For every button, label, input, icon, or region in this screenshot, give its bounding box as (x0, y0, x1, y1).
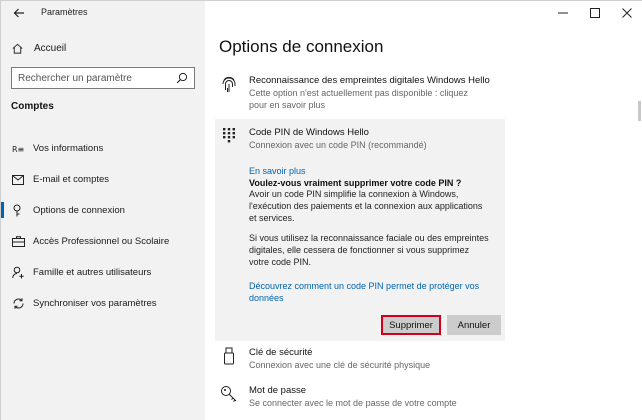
app-title: Paramètres (41, 7, 88, 17)
pin-warning-line: digitales, elle cessera de fonctionner s… (249, 245, 470, 256)
sync-icon (11, 297, 25, 311)
pin-info-line: l'exécution des paiements et la connexio… (249, 200, 483, 211)
add-person-icon (11, 266, 25, 280)
password-key-icon (219, 385, 239, 407)
search-icon[interactable] (176, 72, 188, 84)
home-nav-item[interactable]: Accueil (11, 39, 66, 57)
sidebar-item-sync[interactable]: Synchroniser vos paramètres (1, 288, 205, 319)
pin-warning-line: Si vous utilisez la reconnaissance facia… (249, 233, 489, 244)
main-pane: Options de connexion Reconnaissance des … (205, 1, 642, 420)
security-key-option[interactable]: Clé de sécurité Connexion avec une clé d… (219, 347, 479, 371)
discover-pin-link-line2[interactable]: données (249, 292, 501, 304)
sidebar-item-your-info[interactable]: R≡ Vos informations (1, 133, 205, 164)
sidebar-item-work-school[interactable]: Accès Professionnel ou Scolaire (1, 226, 205, 257)
security-key-title: Clé de sécurité (249, 347, 313, 358)
usb-key-icon (219, 347, 239, 369)
titlebar-left: Paramètres (1, 1, 205, 25)
search-input[interactable] (12, 68, 172, 89)
briefcase-icon (11, 235, 25, 249)
sidebar-nav: R≡ Vos informations E-mail et comptes Op… (1, 133, 205, 319)
settings-window: Paramètres Accueil Comptes R≡ Vos inform… (0, 0, 642, 420)
search-box[interactable] (11, 67, 195, 89)
pin-title: Code PIN de Windows Hello (249, 127, 369, 138)
sidebar-item-sign-in-options[interactable]: Options de connexion (1, 195, 205, 226)
back-arrow-icon[interactable] (11, 5, 27, 21)
home-icon (12, 43, 23, 54)
person-card-icon: R≡ (11, 142, 25, 156)
minimize-icon (558, 12, 568, 14)
window-controls (547, 1, 642, 25)
page-title: Options de connexion (219, 37, 384, 56)
home-label: Accueil (34, 42, 67, 54)
pin-option-header[interactable]: Code PIN de Windows Hello Connexion avec… (219, 127, 427, 151)
confirm-question: Voulez-vous vraiment supprimer votre cod… (249, 178, 462, 188)
sidebar-item-label: Accès Professionnel ou Scolaire (33, 236, 170, 247)
sidebar-item-label: Synchroniser vos paramètres (33, 298, 157, 309)
fingerprint-option[interactable]: Reconnaissance des empreintes digitales … (219, 75, 509, 111)
sidebar-item-label: Famille et autres utilisateurs (33, 267, 152, 278)
pin-body: En savoir plus Voulez-vous vraiment supp… (249, 165, 501, 304)
close-icon (622, 8, 632, 18)
delete-pin-button[interactable]: Supprimer (381, 315, 441, 335)
learn-more-link[interactable]: En savoir plus (249, 165, 501, 177)
pin-info-line: Avoir un code PIN simplifie la connexion… (249, 189, 459, 199)
sidebar-item-email[interactable]: E-mail et comptes (1, 164, 205, 195)
sidebar: Paramètres Accueil Comptes R≡ Vos inform… (1, 1, 205, 420)
discover-pin-link-line1[interactable]: Découvrez comment un code PIN permet de … (249, 280, 501, 292)
password-option[interactable]: Mot de passe Se connecter avec le mot de… (219, 385, 479, 409)
fingerprint-desc-line2: pour en savoir plus (249, 100, 326, 110)
close-button[interactable] (611, 1, 642, 25)
scrollbar[interactable] (638, 101, 641, 121)
pin-desc: Connexion avec un code PIN (recommandé) (249, 140, 427, 150)
fingerprint-title: Reconnaissance des empreintes digitales … (249, 75, 490, 86)
sidebar-item-label: Vos informations (33, 143, 104, 154)
fingerprint-desc-line1: Cette option n'est actuellement pas disp… (249, 88, 468, 98)
svg-text:R≡: R≡ (12, 145, 24, 154)
sidebar-item-label: Options de connexion (33, 205, 125, 216)
keypad-icon (219, 127, 239, 149)
sidebar-item-label: E-mail et comptes (33, 174, 110, 185)
section-title: Comptes (11, 101, 54, 112)
pin-panel: Code PIN de Windows Hello Connexion avec… (215, 119, 505, 341)
maximize-button[interactable] (579, 1, 611, 25)
maximize-icon (590, 8, 600, 18)
password-desc: Se connecter avec le mot de passe de vot… (249, 398, 457, 408)
fingerprint-icon (219, 75, 239, 97)
security-key-desc: Connexion avec une clé de sécurité physi… (249, 360, 431, 370)
cancel-button[interactable]: Annuler (447, 315, 501, 335)
pin-info-line: et services. (249, 212, 295, 223)
key-icon (11, 204, 25, 218)
mail-icon (11, 173, 25, 187)
pin-warning-line: votre code PIN. (249, 256, 312, 267)
password-title: Mot de passe (249, 385, 307, 396)
sidebar-item-family[interactable]: Famille et autres utilisateurs (1, 257, 205, 288)
minimize-button[interactable] (547, 1, 579, 25)
